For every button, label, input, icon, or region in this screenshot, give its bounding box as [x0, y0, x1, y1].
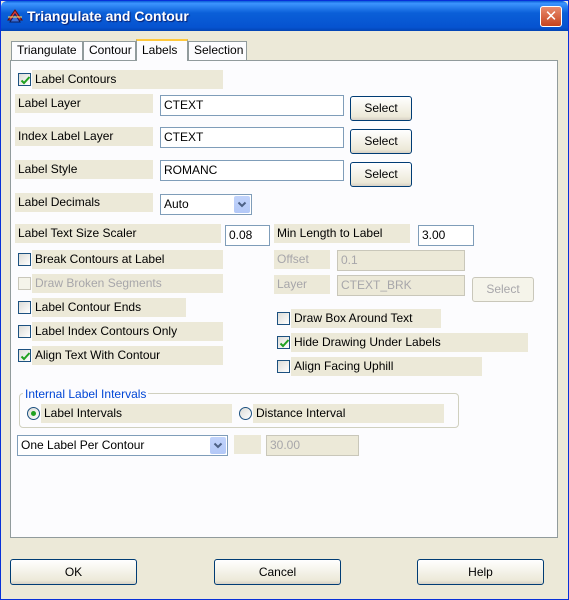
dialog-window: Triangulate and Contour ✕ Triangulate Co… — [0, 0, 569, 600]
close-icon[interactable]: ✕ — [540, 6, 562, 27]
distance-interval-label: Distance Interval — [253, 404, 444, 423]
draw-broken-checkbox[interactable] — [18, 277, 31, 290]
ok-button[interactable]: OK — [10, 559, 137, 585]
label-style-field[interactable]: ROMANC — [160, 160, 344, 181]
checkmark-icon — [20, 76, 31, 85]
window-title: Triangulate and Contour — [27, 8, 189, 24]
layer-field[interactable]: CTEXT_BRK — [337, 275, 465, 296]
label-decimals-select[interactable]: Auto — [160, 194, 252, 215]
label-style-label: Label Style — [15, 160, 153, 179]
hide-drawing-label: Hide Drawing Under Labels — [291, 333, 528, 352]
label-intervals-radio[interactable] — [27, 407, 40, 420]
layer-select-button[interactable]: Select — [472, 277, 534, 302]
tab-contour[interactable]: Contour — [83, 41, 136, 60]
tab-labels[interactable]: Labels — [136, 39, 188, 61]
draw-box-checkbox[interactable] — [277, 312, 290, 325]
label-mode-value: One Label Per Contour — [21, 438, 145, 452]
layer-label: Layer — [274, 275, 330, 294]
title-bar[interactable]: Triangulate and Contour ✕ — [1, 1, 568, 31]
checkmark-icon — [20, 352, 31, 361]
label-intervals-label: Label Intervals — [41, 404, 232, 423]
min-length-field[interactable]: 3.00 — [418, 225, 474, 246]
chevron-down-icon[interactable] — [234, 196, 250, 213]
offset-field[interactable]: 0.1 — [337, 250, 465, 271]
text-size-scaler-label: Label Text Size Scaler — [15, 224, 221, 243]
label-index-only-checkbox[interactable] — [18, 325, 31, 338]
distance-spacer — [234, 435, 261, 454]
align-text-label: Align Text With Contour — [32, 346, 223, 365]
min-length-label: Min Length to Label — [274, 224, 410, 243]
draw-broken-label: Draw Broken Segments — [32, 274, 223, 293]
index-label-layer-select-button[interactable]: Select — [350, 129, 412, 154]
chevron-down-icon[interactable] — [210, 437, 226, 454]
tab-triangulate[interactable]: Triangulate — [11, 41, 83, 60]
break-contours-checkbox[interactable] — [18, 253, 31, 266]
distance-interval-radio[interactable] — [239, 407, 252, 420]
align-uphill-checkbox[interactable] — [277, 360, 290, 373]
label-layer-select-button[interactable]: Select — [350, 96, 412, 121]
break-contours-label: Break Contours at Label — [32, 250, 223, 269]
help-button[interactable]: Help — [417, 559, 544, 585]
label-index-only-label: Label Index Contours Only — [32, 322, 223, 341]
label-contours-checkbox[interactable] — [18, 73, 31, 86]
hide-drawing-checkbox[interactable] — [277, 336, 290, 349]
label-layer-label: Label Layer — [15, 94, 153, 113]
index-label-layer-field[interactable]: CTEXT — [160, 127, 344, 148]
offset-label: Offset — [274, 250, 330, 269]
index-label-layer-label: Index Label Layer — [15, 127, 153, 146]
label-decimals-label: Label Decimals — [15, 193, 153, 212]
text-size-scaler-field[interactable]: 0.08 — [225, 225, 270, 246]
cancel-button[interactable]: Cancel — [214, 559, 341, 585]
checkmark-icon — [279, 339, 290, 348]
label-contours-label: Label Contours — [32, 70, 223, 89]
app-icon — [7, 9, 23, 23]
align-uphill-label: Align Facing Uphill — [291, 357, 482, 376]
label-contour-ends-checkbox[interactable] — [18, 301, 31, 314]
tab-selection[interactable]: Selection — [188, 41, 247, 60]
draw-box-label: Draw Box Around Text — [291, 309, 441, 328]
align-text-checkbox[interactable] — [18, 349, 31, 362]
intervals-group-title: Internal Label Intervals — [23, 387, 149, 401]
label-style-select-button[interactable]: Select — [350, 162, 412, 187]
distance-value-field[interactable]: 30.00 — [266, 435, 359, 456]
label-decimals-value: Auto — [164, 197, 189, 211]
label-contour-ends-label: Label Contour Ends — [32, 298, 186, 317]
label-mode-select[interactable]: One Label Per Contour — [17, 435, 228, 456]
label-layer-field[interactable]: CTEXT — [160, 95, 344, 116]
